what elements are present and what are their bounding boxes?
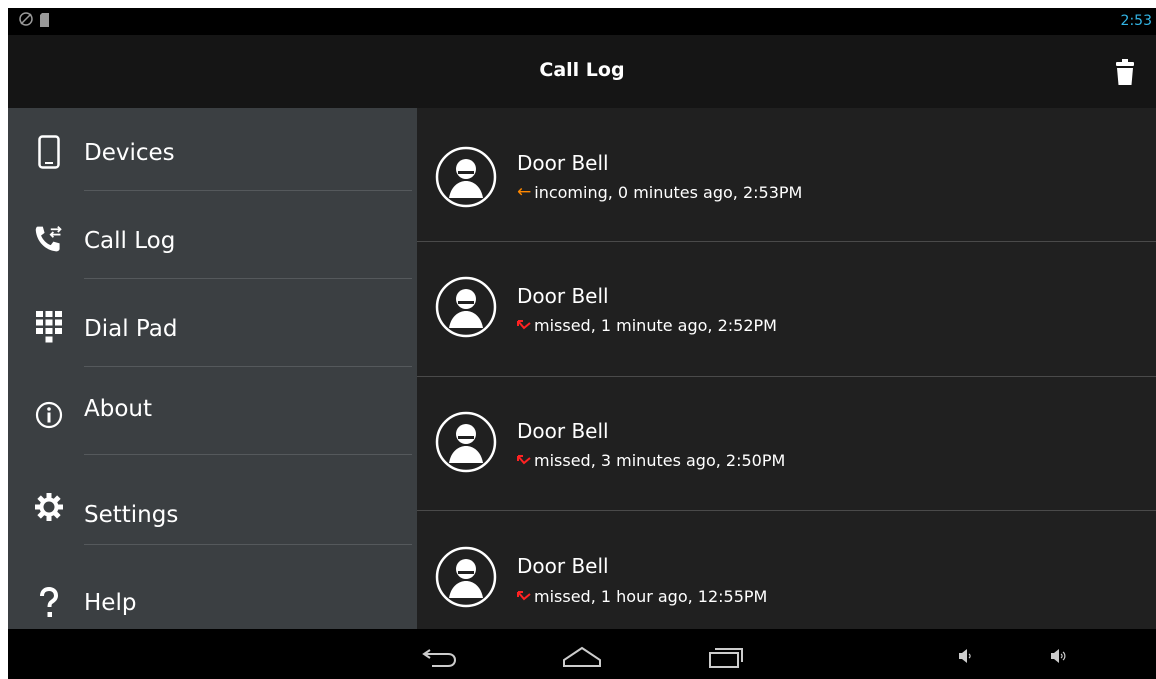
entry-name: Door Bell xyxy=(517,554,609,578)
drawer-item-label: Settings xyxy=(84,502,179,528)
navigation-drawer: Devices Call Log Dial Pad About Settings… xyxy=(8,108,417,629)
missed-call-arrow-icon xyxy=(517,454,531,464)
drawer-divider xyxy=(84,278,412,279)
entry-detail-text: missed, 1 hour ago, 12:55PM xyxy=(534,587,768,606)
home-icon[interactable] xyxy=(562,646,602,668)
trash-icon[interactable] xyxy=(1116,59,1134,87)
missed-call-arrow-icon xyxy=(517,590,531,600)
drawer-divider xyxy=(84,190,412,191)
call-log-icon xyxy=(34,222,64,256)
entry-detail-text: missed, 1 minute ago, 2:52PM xyxy=(534,316,777,335)
page-title: Call Log xyxy=(539,59,625,81)
call-log-entry[interactable]: Door Bell ← incoming, 0 minutes ago, 2:5… xyxy=(417,108,1156,241)
drawer-item-devices[interactable]: Devices xyxy=(8,108,417,196)
rotation-lock-icon xyxy=(18,11,34,31)
gear-icon xyxy=(34,490,64,524)
status-clock: 2:53 xyxy=(1120,13,1152,29)
drawer-divider xyxy=(84,544,412,545)
entry-detail-text: missed, 3 minutes ago, 2:50PM xyxy=(534,451,786,470)
drawer-item-dial-pad[interactable]: Dial Pad xyxy=(8,284,417,372)
contact-avatar-icon xyxy=(435,146,497,208)
entry-detail: missed, 1 minute ago, 2:52PM xyxy=(517,316,777,335)
dial-pad-icon xyxy=(34,310,64,344)
contact-avatar-icon xyxy=(435,546,497,608)
sd-card-icon xyxy=(40,12,49,31)
entry-name: Door Bell xyxy=(517,284,609,308)
volume-up-icon[interactable] xyxy=(1050,648,1068,664)
drawer-item-about[interactable]: About xyxy=(8,372,417,460)
question-icon xyxy=(34,586,64,620)
system-nav-bar xyxy=(8,629,1156,679)
contact-avatar-icon xyxy=(435,411,497,473)
drawer-item-label: Dial Pad xyxy=(84,316,178,342)
drawer-item-label: Help xyxy=(84,590,137,616)
contact-avatar-icon xyxy=(435,276,497,338)
missed-call-arrow-icon xyxy=(517,319,531,329)
recent-apps-icon[interactable] xyxy=(708,645,746,669)
call-log-entry[interactable]: Door Bell missed, 1 minute ago, 2:52PM xyxy=(417,242,1156,376)
call-log-entry[interactable]: Door Bell missed, 3 minutes ago, 2:50PM xyxy=(417,377,1156,510)
volume-down-icon[interactable] xyxy=(958,648,972,664)
info-icon xyxy=(34,398,64,432)
status-bar: 2:53 xyxy=(8,8,1156,35)
drawer-item-call-log[interactable]: Call Log xyxy=(8,196,417,284)
drawer-divider xyxy=(84,366,412,367)
drawer-item-label: Devices xyxy=(84,140,175,166)
drawer-item-settings[interactable]: Settings xyxy=(8,460,417,548)
call-log-entry[interactable]: Door Bell missed, 1 hour ago, 12:55PM xyxy=(417,511,1156,629)
app-screen: 2:53 Call Log Devices Call Log Dial Pad … xyxy=(8,8,1156,679)
entry-detail: missed, 1 hour ago, 12:55PM xyxy=(517,587,767,606)
incoming-arrow-icon: ← xyxy=(517,182,532,202)
entry-name: Door Bell xyxy=(517,151,609,175)
phone-device-icon xyxy=(34,135,64,169)
action-bar: Call Log xyxy=(8,35,1156,108)
drawer-item-label: About xyxy=(84,396,153,422)
entry-detail-text: incoming, 0 minutes ago, 2:53PM xyxy=(534,182,803,202)
entry-name: Door Bell xyxy=(517,419,609,443)
drawer-item-label: Call Log xyxy=(84,228,176,254)
call-log-list: Door Bell ← incoming, 0 minutes ago, 2:5… xyxy=(417,108,1156,629)
drawer-divider xyxy=(84,454,412,455)
entry-detail: missed, 3 minutes ago, 2:50PM xyxy=(517,451,785,470)
entry-detail: ← incoming, 0 minutes ago, 2:53PM xyxy=(517,182,802,202)
back-icon[interactable] xyxy=(422,646,458,668)
drawer-item-help[interactable]: Help xyxy=(8,548,417,636)
